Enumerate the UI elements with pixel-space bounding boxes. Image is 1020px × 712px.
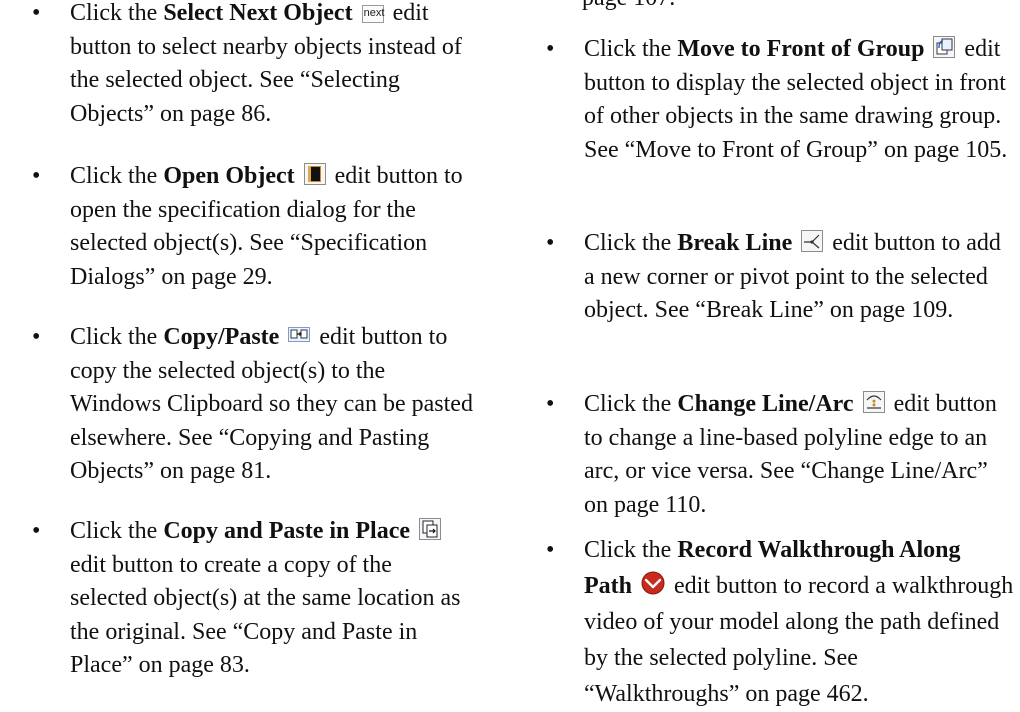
- list-item: • Click the Select Next Object next edit…: [30, 0, 475, 131]
- list-item: • Click the Open Object edit button to o…: [30, 160, 475, 294]
- bullet: •: [546, 537, 555, 563]
- list-item-text: Click the Open Object edit button to ope…: [70, 163, 463, 290]
- list-item: • Click the Copy/Paste edit button to co…: [30, 321, 475, 489]
- list-item-text: Click the Change Line/Arc edit button to…: [584, 391, 997, 518]
- button-name: Select Next Object: [163, 0, 353, 26]
- copy-paste-in-place-icon: [419, 518, 441, 540]
- button-name: Break Line: [677, 230, 793, 256]
- button-name: Change Line/Arc: [677, 391, 854, 417]
- list-item: • Click the Move to Front of Group edit …: [544, 33, 1014, 167]
- bullet: •: [546, 36, 555, 62]
- copy-paste-icon: [288, 324, 311, 346]
- list-item-text: Click the Record Walkthrough Along Path …: [584, 537, 1014, 707]
- button-name: Move to Front of Group: [677, 36, 925, 62]
- open-object-icon: [303, 163, 326, 185]
- change-line-arc-icon: [862, 391, 885, 413]
- bullet: •: [32, 518, 41, 544]
- list-item: • Click the Copy and Paste in Place edit…: [30, 515, 475, 683]
- break-line-icon: [801, 230, 824, 252]
- bullet: •: [32, 0, 41, 26]
- list-item-text: Click the Select Next Object next edit b…: [70, 0, 462, 127]
- bullet: •: [32, 324, 41, 350]
- move-to-front-of-group-icon: [933, 36, 956, 58]
- list-item: • Click the Change Line/Arc edit button …: [544, 388, 1014, 522]
- bullet: •: [546, 391, 555, 417]
- button-name: Copy and Paste in Place: [163, 518, 410, 544]
- bullet: •: [546, 230, 555, 256]
- list-item-text: Click the Copy/Paste edit button to copy…: [70, 324, 473, 484]
- button-name: Copy/Paste: [163, 324, 280, 350]
- record-walkthrough-icon: [641, 571, 665, 595]
- list-item-text: Click the Copy and Paste in Place edit b…: [70, 518, 461, 678]
- list-item: • Click the Record Walkthrough Along Pat…: [544, 532, 1014, 712]
- bullet: •: [32, 163, 41, 189]
- list-item-text: Click the Move to Front of Group edit bu…: [584, 36, 1008, 163]
- list-item-text: Click the Break Line edit button to add …: [584, 230, 1001, 323]
- list-item: • Click the Break Line edit button to ad…: [544, 227, 1014, 328]
- button-name: Open Object: [163, 163, 295, 189]
- select-next-object-icon: next: [361, 5, 384, 23]
- continuation-text: page 107.: [582, 0, 1002, 16]
